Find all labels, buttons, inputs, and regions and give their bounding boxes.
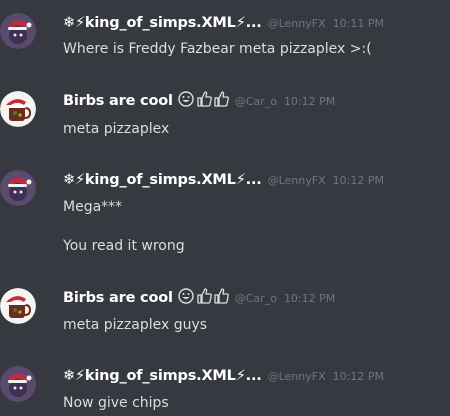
username[interactable]: ❄⚡king_of_simps.XML⚡... [63,172,262,188]
user-handle: @Car_o [234,291,277,305]
message-text: Mega*** [63,199,123,215]
message-text: Now give chips [63,395,169,411]
thumbs-up-icon [213,288,229,308]
user-handle: @LennyFX [267,16,326,30]
mug-avatar-icon [0,91,36,127]
smile-emoji-icon [178,91,194,111]
user-handle: @LennyFX [267,369,326,383]
avatar[interactable] [0,366,36,402]
timestamp: 10:12 PM [283,94,336,108]
thumbs-up-icon [213,91,229,111]
santa-hat-avatar-icon [0,366,36,402]
user-handle: @LennyFX [267,173,326,187]
username[interactable]: Birbs are cool [63,93,173,109]
smile-emoji-icon [178,288,194,308]
message-text: meta pizzaplex [63,121,170,137]
message-text: You read it wrong [63,238,185,254]
avatar[interactable] [0,13,36,49]
thumbs-up-icon [196,91,212,111]
message-text: meta pizzaplex guys [63,317,208,333]
avatar[interactable] [0,288,36,324]
avatar[interactable] [0,170,36,206]
mug-avatar-icon [0,288,36,324]
username[interactable]: Birbs are cool [63,290,173,306]
santa-hat-avatar-icon [0,13,36,49]
avatar[interactable] [0,91,36,127]
username[interactable]: ❄⚡king_of_simps.XML⚡... [63,15,262,31]
timestamp: 10:11 PM [332,16,384,30]
message-text: Where is Freddy Fazbear meta pizzaplex >… [63,41,372,57]
santa-hat-avatar-icon [0,170,36,206]
user-handle: @Car_o [234,94,277,108]
timestamp: 10:12 PM [332,173,384,187]
thumbs-up-icon [196,288,212,308]
timestamp: 10:12 PM [332,369,384,383]
timestamp: 10:12 PM [283,291,336,305]
username[interactable]: ❄⚡king_of_simps.XML⚡... [63,368,262,384]
